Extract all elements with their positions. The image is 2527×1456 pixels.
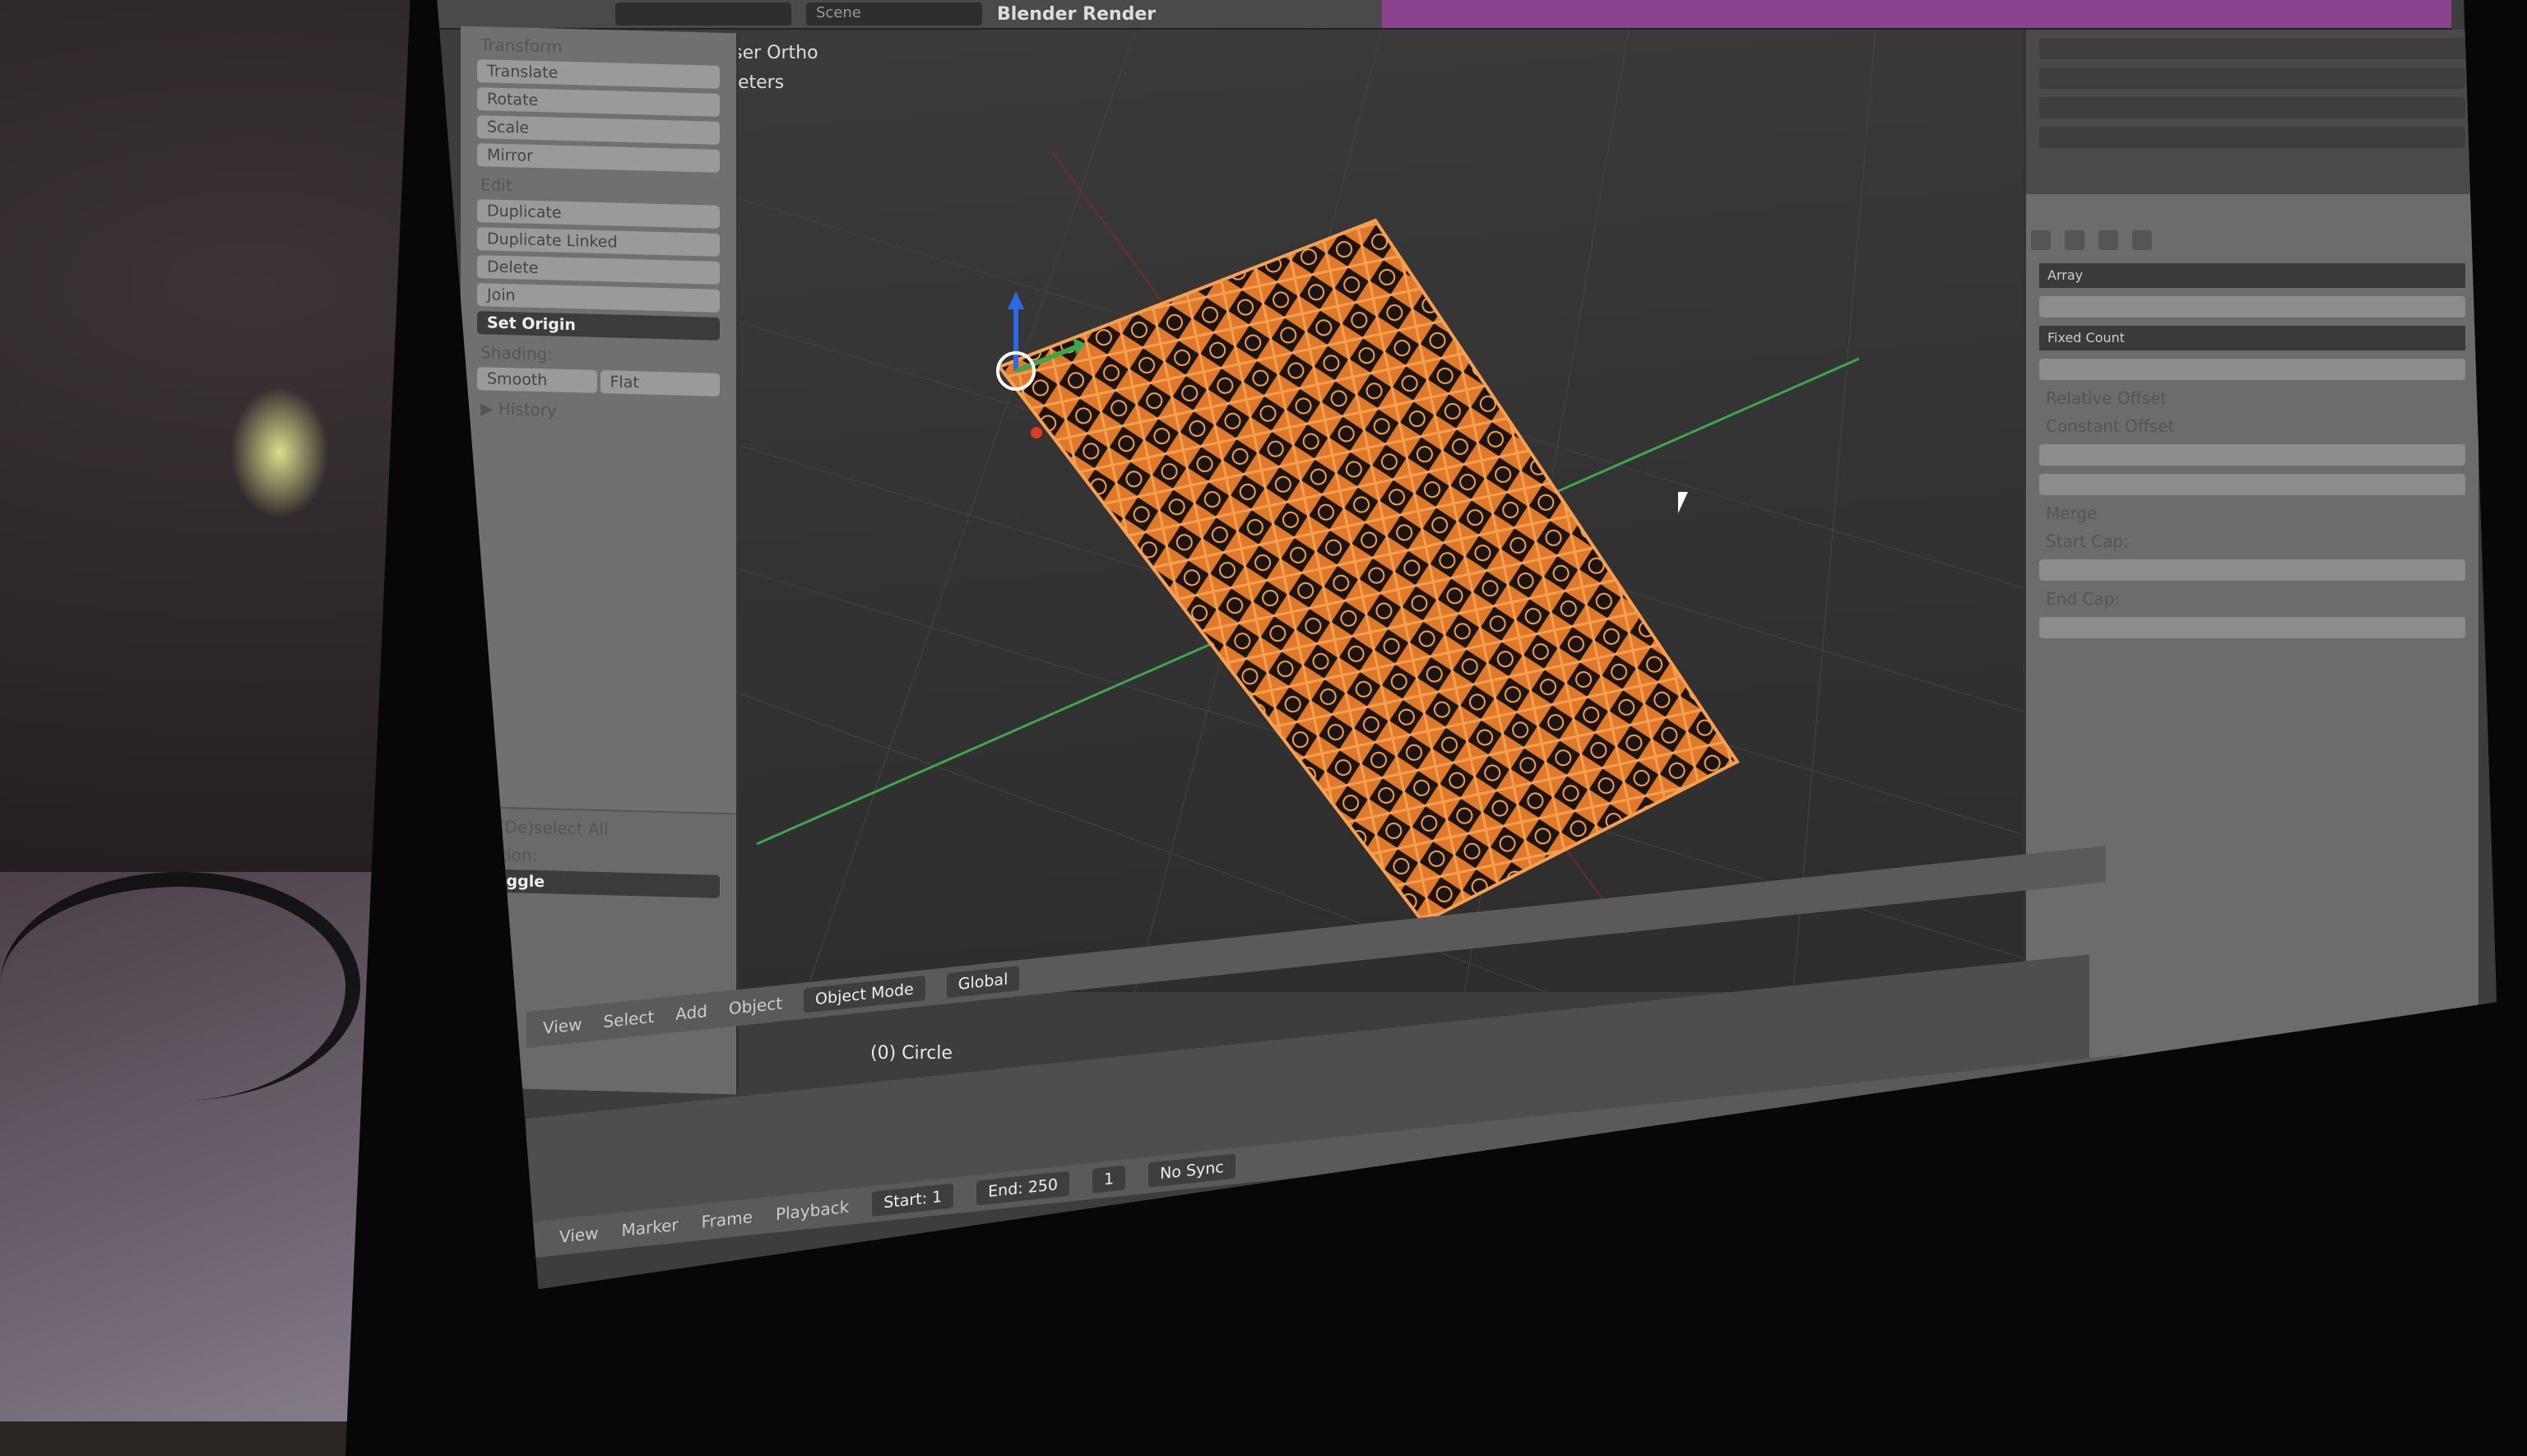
render-tab-icon[interactable] bbox=[2031, 230, 2051, 250]
action-dropdown[interactable]: Toggle bbox=[477, 869, 720, 898]
timeline-view-menu[interactable]: View bbox=[559, 1223, 598, 1247]
scene-tab-icon[interactable] bbox=[2065, 230, 2085, 250]
outliner-header bbox=[2039, 38, 2465, 59]
modifier-name-field[interactable]: Array bbox=[2039, 263, 2465, 288]
count-field[interactable] bbox=[2039, 359, 2465, 380]
outliner-row[interactable] bbox=[2039, 97, 2465, 118]
scale-button[interactable]: Scale bbox=[477, 115, 720, 145]
delete-button[interactable]: Delete bbox=[477, 255, 720, 285]
desk-cable bbox=[0, 872, 360, 1101]
end-label: End: bbox=[988, 1179, 1023, 1202]
properties-tabs bbox=[2026, 227, 2478, 257]
constant-offset-checkbox[interactable]: Constant Offset bbox=[2046, 416, 2459, 436]
window-title-bar bbox=[1382, 0, 2451, 28]
select-menu[interactable]: Select bbox=[603, 1007, 654, 1032]
set-origin-dropdown[interactable]: Set Origin bbox=[477, 311, 720, 341]
relative-offset-checkbox[interactable]: Relative Offset bbox=[2046, 388, 2459, 408]
edit-panel-header[interactable]: Edit bbox=[480, 174, 716, 201]
rotate-button[interactable]: Rotate bbox=[477, 87, 720, 117]
translate-button[interactable]: Translate bbox=[477, 59, 720, 89]
outliner-row[interactable] bbox=[2039, 67, 2465, 89]
shading-buttons: Smooth Flat bbox=[477, 367, 720, 396]
merge-checkbox[interactable]: Merge bbox=[2046, 503, 2459, 523]
add-menu[interactable]: Add bbox=[675, 1001, 707, 1024]
flat-button[interactable]: Flat bbox=[600, 370, 720, 396]
frame-menu[interactable]: Frame bbox=[702, 1207, 753, 1232]
orientation-selector[interactable]: Global bbox=[946, 966, 1020, 999]
operator-title-text: (De)select All bbox=[498, 816, 609, 840]
history-label: History bbox=[498, 398, 557, 420]
outliner-row[interactable] bbox=[2039, 127, 2465, 148]
render-engine-label[interactable]: Blender Render bbox=[997, 4, 1156, 25]
sync-dropdown[interactable]: No Sync bbox=[1148, 1153, 1236, 1188]
3d-viewport[interactable] bbox=[723, 29, 2082, 1059]
start-frame-field[interactable]: Start: 1 bbox=[872, 1183, 954, 1217]
mirror-button[interactable]: Mirror bbox=[477, 143, 720, 173]
end-value: 250 bbox=[1027, 1175, 1058, 1197]
duplicate-button[interactable]: Duplicate bbox=[477, 199, 720, 229]
layout-field[interactable] bbox=[615, 2, 791, 26]
end-frame-field[interactable]: End: 250 bbox=[976, 1171, 1069, 1206]
transform-panel-header[interactable]: Transform bbox=[480, 35, 716, 61]
array-mesh-object[interactable] bbox=[996, 218, 1740, 925]
view-menu[interactable]: View bbox=[543, 1014, 582, 1038]
fit-type-dropdown[interactable]: Fixed Count bbox=[2039, 326, 2465, 350]
join-button[interactable]: Join bbox=[477, 283, 720, 313]
action-label: Action: bbox=[480, 844, 538, 866]
end-cap-field[interactable] bbox=[2039, 617, 2465, 638]
apply-button-row[interactable] bbox=[2039, 296, 2465, 318]
viewport-scene bbox=[723, 29, 2082, 1059]
outliner[interactable] bbox=[2026, 30, 2478, 194]
operator-title[interactable]: ▼ (De)select All bbox=[480, 816, 716, 842]
active-object-label: (0) Circle bbox=[870, 1043, 953, 1064]
object-menu[interactable]: Object bbox=[729, 993, 782, 1018]
shading-label: Shading: bbox=[480, 342, 553, 364]
current-frame-field[interactable]: 1 bbox=[1092, 1165, 1126, 1194]
mouse-cursor-icon bbox=[1678, 492, 1688, 513]
offset-field[interactable] bbox=[2039, 474, 2465, 495]
start-cap-field[interactable] bbox=[2039, 559, 2465, 581]
marker-menu[interactable]: Marker bbox=[621, 1215, 678, 1240]
top-info-bar: Scene Blender Render bbox=[437, 0, 2451, 30]
mode-selector[interactable]: Object Mode bbox=[804, 976, 925, 1013]
end-cap-label: End Cap: bbox=[2046, 589, 2121, 609]
properties-panel: Array Fixed Count Relative Offset Consta… bbox=[2024, 30, 2478, 1058]
background-light-glow bbox=[230, 387, 329, 518]
modifier-tab-icon[interactable] bbox=[2132, 230, 2153, 250]
scene-field[interactable]: Scene bbox=[806, 2, 982, 26]
start-value: 1 bbox=[932, 1187, 943, 1208]
start-label: Start: bbox=[883, 1189, 928, 1213]
object-tab-icon[interactable] bbox=[2098, 230, 2119, 250]
start-cap-label: Start Cap: bbox=[2046, 531, 2129, 551]
offset-field[interactable] bbox=[2039, 444, 2465, 466]
playback-menu[interactable]: Playback bbox=[776, 1197, 849, 1224]
duplicate-linked-button[interactable]: Duplicate Linked bbox=[477, 227, 720, 257]
smooth-button[interactable]: Smooth bbox=[477, 367, 597, 393]
history-panel-header[interactable]: ▶ History bbox=[480, 398, 716, 424]
